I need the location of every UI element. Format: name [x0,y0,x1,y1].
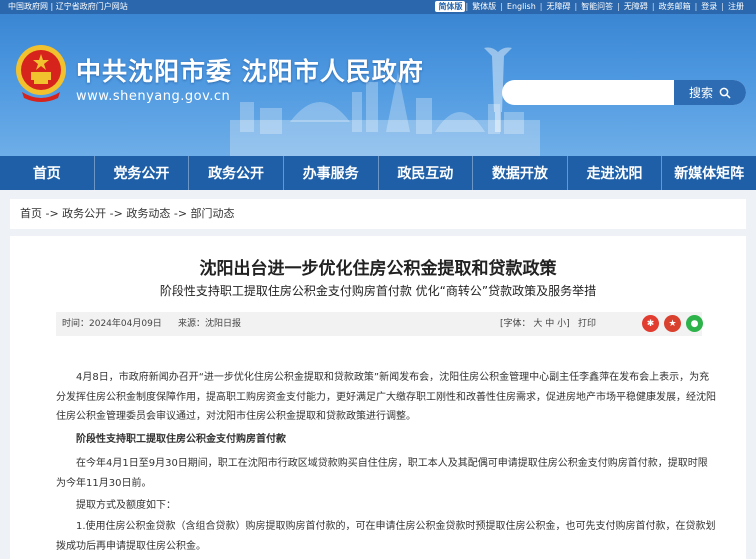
article-source: 来源：沈阳日报 [178,319,242,329]
breadcrumb[interactable]: 首页 -> 政务公开 -> 政务动态 -> 部门动态 [10,199,746,229]
header-banner: 中共沈阳市委 沈阳市人民政府 www.shenyang.gov.cn 搜索 [0,14,756,156]
top-utility-bar: 中国政府网 | 辽宁省政府门户网站 简体版 | 繁体版 | English | 无障碍… [0,0,756,14]
link-gov-mail[interactable]: 政务邮箱 [655,0,695,14]
site-title: 中共沈阳市委 沈阳市人民政府 [76,57,424,86]
nav-about-shenyang[interactable]: 走进沈阳 [568,156,663,190]
nav-services[interactable]: 办事服务 [284,156,379,190]
link-simplified[interactable]: 简体版 [435,1,466,12]
share-weibo-icon[interactable]: ✱ [642,315,659,332]
article-paragraph: 提取方式及额度如下： [76,500,176,511]
article: 沈阳出台进一步优化住房公积金提取和贷款政策 阶段性支持职工提取住房公积金支付购房… [10,236,746,559]
top-left-links: 中国政府网 | 辽宁省政府门户网站 [8,2,128,11]
share-wechat-icon[interactable]: ● [686,315,703,332]
font-size-control[interactable]: [字体： 大 中 小] [500,312,570,336]
main-nav: 首页 党务公开 政务公开 办事服务 政民互动 数据开放 走进沈阳 新媒体矩阵 [0,156,756,190]
search-box: 搜索 [502,80,746,105]
article-title: 沈阳出台进一步优化住房公积金提取和贷款政策 [199,259,557,279]
article-meta-bar: 时间：2024年04月09日 来源：沈阳日报 [字体： 大 中 小] 打印 ✱ … [56,312,703,336]
article-paragraph: 4月8日，市政府新闻办召开“进一步优化住房公积金提取和贷款政策”新闻发布会，沈阳… [56,372,716,422]
publish-date: 时间：2024年04月09日 [62,319,162,329]
article-paragraph: 在今年4月1日至9月30日期间，职工在沈阳市行政区域贷款购买自住住房，职工本人及… [56,458,708,489]
national-emblem-icon [16,45,66,102]
link-accessibility-2[interactable]: 无障碍 [620,0,652,14]
nav-party-affairs[interactable]: 党务公开 [95,156,190,190]
search-icon [719,87,731,99]
print-link[interactable]: 打印 [578,312,596,336]
link-smart-qa[interactable]: 智能问答 [577,0,617,14]
nav-home[interactable]: 首页 [0,156,95,190]
link-liaoning-portal[interactable]: 辽宁省政府门户网站 [56,2,128,11]
article-paragraph: 1.使用住房公积金贷款（含组合贷款）购房提取购房首付款的，可在申请住房公积金贷款… [56,521,716,552]
nav-interaction[interactable]: 政民互动 [379,156,474,190]
link-register[interactable]: 注册 [724,0,748,14]
link-login[interactable]: 登录 [697,0,721,14]
top-right-links: 简体版 | 繁体版 | English | 无障碍 | 智能问答 | 无障碍 | 政务邮箱 |… [435,0,748,14]
search-button[interactable]: 搜索 [674,80,746,105]
search-button-label: 搜索 [688,86,713,100]
article-section-heading: 阶段性支持职工提取住房公积金支付购房首付款 [76,434,286,445]
site-url: www.shenyang.gov.cn [76,89,231,104]
link-english[interactable]: English [503,0,540,14]
link-gov-cn[interactable]: 中国政府网 [8,2,48,11]
article-subtitle: 阶段性支持职工提取住房公积金支付购房首付款 优化“商转公”贷款政策及服务举措 [159,284,597,298]
nav-gov-affairs[interactable]: 政务公开 [189,156,284,190]
link-traditional[interactable]: 繁体版 [468,0,500,14]
share-qzone-icon[interactable]: ★ [664,315,681,332]
nav-new-media[interactable]: 新媒体矩阵 [662,156,756,190]
nav-open-data[interactable]: 数据开放 [473,156,568,190]
search-input[interactable] [502,80,672,105]
link-accessibility[interactable]: 无障碍 [542,0,574,14]
